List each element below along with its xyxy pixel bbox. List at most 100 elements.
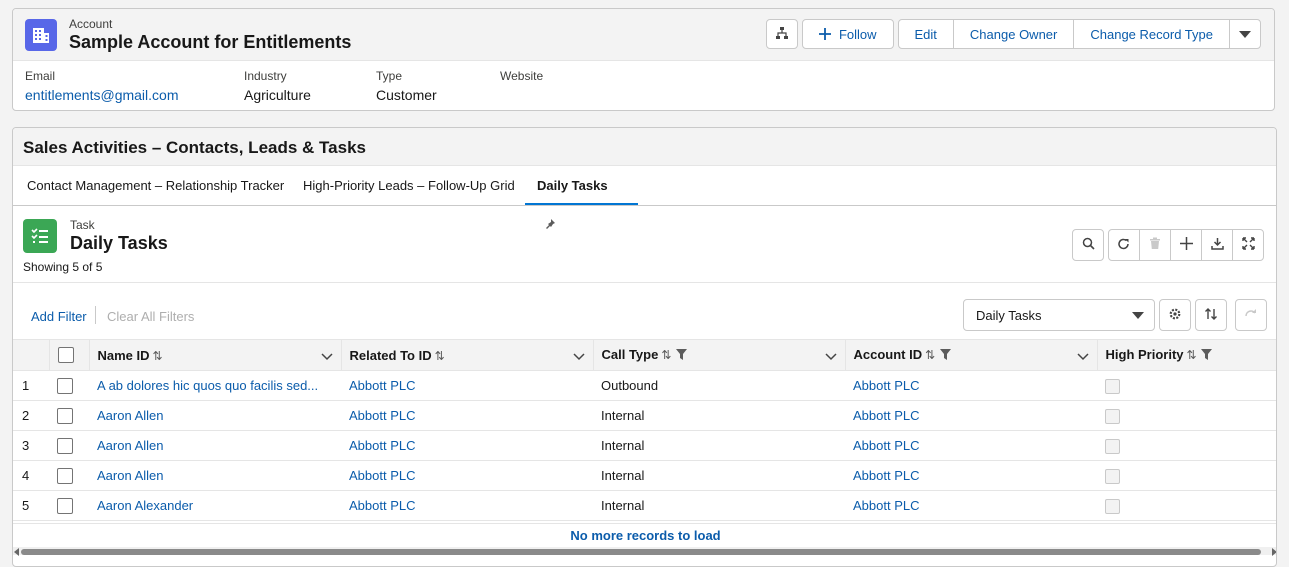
account-header-bar: Account Sample Account for Entitlements …	[13, 9, 1274, 61]
change-owner-button[interactable]: Change Owner	[952, 19, 1075, 49]
plus-icon	[818, 28, 831, 40]
row-number: 4	[13, 460, 49, 491]
more-actions-button[interactable]	[1229, 19, 1261, 49]
add-filter-link[interactable]: Add Filter	[31, 309, 87, 324]
account-link[interactable]: Abbott PLC	[845, 400, 1097, 431]
tab-contact-management[interactable]: Contact Management – Relationship Tracke…	[15, 166, 296, 205]
sort-icon[interactable]: ⇅	[435, 349, 445, 363]
download-button[interactable]	[1201, 229, 1233, 261]
chevron-down-icon[interactable]	[572, 349, 585, 364]
row-checkbox[interactable]	[57, 497, 73, 514]
sort-button[interactable]	[1195, 299, 1227, 331]
related-to-link[interactable]: Abbott PLC	[341, 370, 593, 401]
chevron-down-icon[interactable]	[320, 349, 333, 364]
name-link[interactable]: Aaron Allen	[89, 400, 341, 431]
list-actions-group	[1108, 229, 1264, 261]
related-to-link[interactable]: Abbott PLC	[341, 400, 593, 431]
field-type: Type Customer	[376, 69, 437, 103]
search-button[interactable]	[1072, 229, 1104, 261]
scrollbar-thumb[interactable]	[21, 549, 1261, 555]
row-number: 3	[13, 430, 49, 461]
name-link[interactable]: Aaron Allen	[89, 430, 341, 461]
task-object-label: Task	[70, 218, 95, 232]
tab-daily-tasks[interactable]: Daily Tasks	[525, 166, 638, 229]
related-to-link[interactable]: Abbott PLC	[341, 460, 593, 491]
field-label-type: Type	[376, 69, 403, 83]
column-header-related-to-id[interactable]: Related To ID ⇅	[341, 339, 594, 371]
settings-button[interactable]	[1159, 299, 1191, 331]
row-checkbox[interactable]	[57, 407, 73, 424]
list-view-select[interactable]: Daily Tasks	[963, 299, 1155, 331]
account-link[interactable]: Abbott PLC	[845, 490, 1097, 521]
edit-button[interactable]: Edit	[897, 19, 954, 49]
field-website: Website	[500, 69, 543, 87]
change-record-type-button[interactable]: Change Record Type	[1073, 19, 1230, 49]
filter-icon[interactable]	[676, 348, 688, 363]
follow-button[interactable]: Follow	[801, 19, 894, 49]
clear-filters-link[interactable]: Clear All Filters	[107, 309, 194, 324]
high-priority-checkbox	[1105, 408, 1120, 424]
row-number-header	[13, 339, 50, 371]
related-to-link[interactable]: Abbott PLC	[341, 490, 593, 521]
trash-icon	[1149, 237, 1161, 253]
column-header-name-id[interactable]: Name ID ⇅	[89, 339, 342, 371]
account-link[interactable]: Abbott PLC	[845, 370, 1097, 401]
new-record-button[interactable]	[1170, 229, 1202, 261]
field-email: Email entitlements@gmail.com	[25, 69, 179, 103]
list-view-selected: Daily Tasks	[976, 308, 1042, 323]
hierarchy-button[interactable]	[765, 19, 798, 49]
expand-button[interactable]	[1232, 229, 1264, 261]
column-header-high-priority[interactable]: High Priority ⇅	[1097, 339, 1276, 371]
sort-icon	[1204, 307, 1218, 324]
call-type-cell: Outbound	[593, 370, 845, 401]
table-row: 3 Aaron Allen Abbott PLC Internal Abbott…	[13, 430, 1276, 461]
column-header-call-type[interactable]: Call Type ⇅	[593, 339, 846, 371]
account-header-card: Account Sample Account for Entitlements …	[12, 8, 1275, 111]
scroll-right-icon[interactable]	[1272, 548, 1276, 556]
sort-icon[interactable]: ⇅	[153, 349, 163, 363]
field-label-website: Website	[500, 69, 544, 83]
tab-daily-tasks-label: Daily Tasks	[537, 178, 608, 193]
name-link[interactable]: Aaron Allen	[89, 460, 341, 491]
name-link[interactable]: Aaron Alexander	[89, 490, 341, 521]
no-more-records: No more records to load	[13, 523, 1276, 547]
refresh-button[interactable]	[1108, 229, 1140, 261]
row-checkbox[interactable]	[57, 437, 73, 454]
action-button-group: Edit Change Owner Change Record Type	[897, 19, 1261, 49]
account-link[interactable]: Abbott PLC	[845, 430, 1097, 461]
card-title: Sales Activities – Contacts, Leads & Tas…	[13, 128, 1276, 166]
chevron-down-icon[interactable]	[824, 349, 837, 364]
filter-icon[interactable]	[939, 348, 951, 363]
sort-icon[interactable]: ⇅	[1187, 348, 1197, 362]
expand-icon	[1241, 237, 1255, 253]
chevron-down-icon[interactable]	[1076, 349, 1089, 364]
field-label-email: Email	[25, 69, 56, 83]
row-number: 1	[13, 370, 49, 401]
scroll-left-icon[interactable]	[14, 548, 19, 556]
email-link[interactable]: entitlements@gmail.com	[25, 87, 179, 103]
row-checkbox[interactable]	[57, 467, 73, 484]
column-header-account-id[interactable]: Account ID ⇅	[845, 339, 1098, 371]
account-link[interactable]: Abbott PLC	[845, 460, 1097, 491]
related-to-link[interactable]: Abbott PLC	[341, 430, 593, 461]
row-checkbox[interactable]	[57, 377, 73, 394]
row-select-cell	[49, 430, 89, 461]
sort-icon[interactable]: ⇅	[925, 348, 935, 362]
select-all-header	[49, 339, 90, 371]
undo-button[interactable]	[1235, 299, 1267, 331]
tab-high-priority-leads[interactable]: High-Priority Leads – Follow-Up Grid	[291, 166, 527, 205]
field-label-industry: Industry	[244, 69, 287, 83]
delete-button[interactable]	[1139, 229, 1171, 261]
filter-icon[interactable]	[1201, 348, 1213, 363]
sort-icon[interactable]: ⇅	[661, 348, 671, 362]
table-row: 5 Aaron Alexander Abbott PLC Internal Ab…	[13, 490, 1276, 521]
name-link[interactable]: A ab dolores hic quos quo facilis sed...	[89, 370, 341, 401]
filter-bar: Add Filter Clear All Filters Daily Tasks	[13, 286, 1276, 338]
select-all-checkbox[interactable]	[57, 347, 74, 364]
call-type-cell: Internal	[593, 460, 845, 491]
row-select-cell	[49, 490, 89, 521]
follow-label: Follow	[838, 26, 877, 42]
high-priority-checkbox	[1105, 438, 1120, 454]
refresh-icon	[1117, 237, 1131, 254]
high-priority-cell	[1097, 430, 1276, 461]
